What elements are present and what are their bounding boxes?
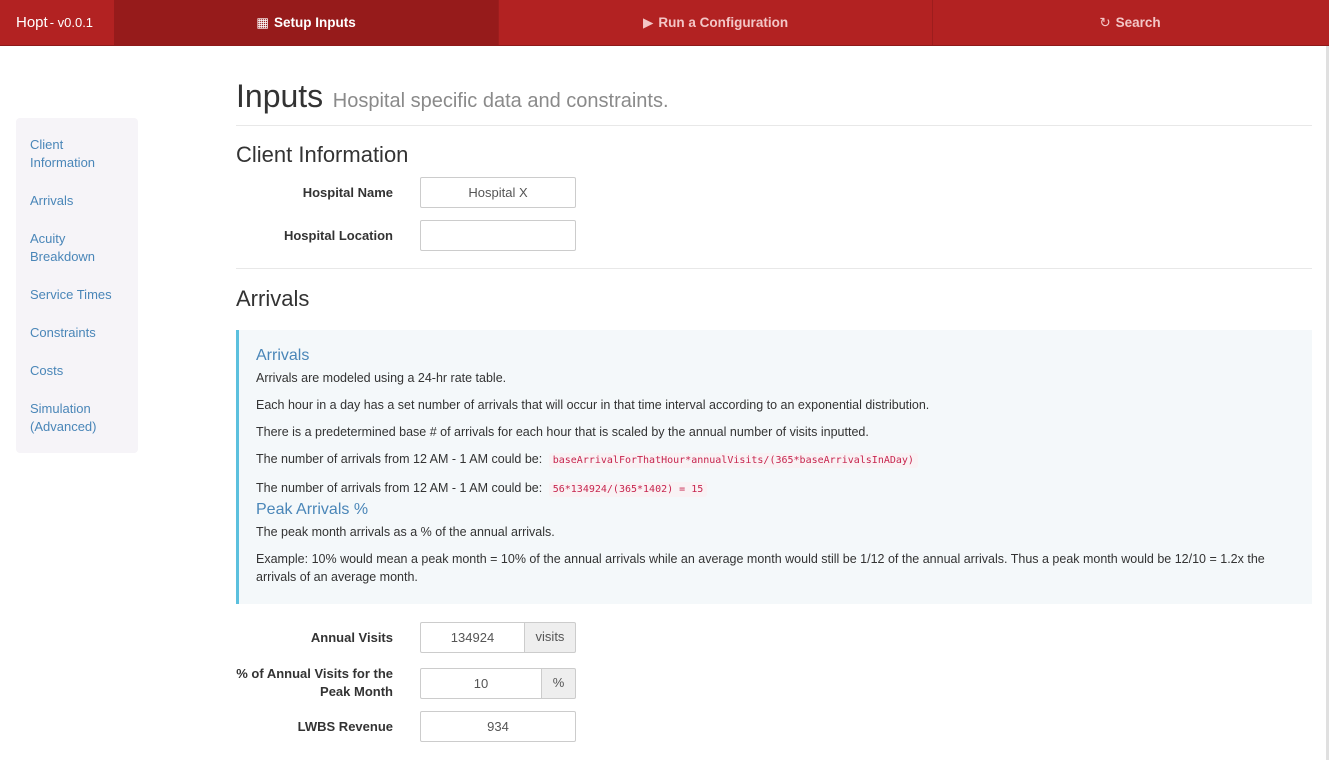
callout-formula-line: The number of arrivals from 12 AM - 1 AM… [256,450,1294,470]
sidebar-item-costs[interactable]: Costs [16,362,138,380]
arrivals-info-callout: Arrivals Arrivals are modeled using a 24… [236,330,1312,604]
sidebar: Client Information Arrivals Acuity Break… [16,118,138,453]
callout-peak-heading: Peak Arrivals % [256,501,369,518]
example-code: 56*134924/(365*1402) = 15 [548,482,708,497]
callout-text: Example: 10% would mean a peak month = 1… [256,552,1265,584]
lwbs-revenue-row: LWBS Revenue 934 [236,711,1312,742]
annual-visits-unit: visits [525,622,576,653]
peak-month-row: % of Annual Visits for the Peak Month 10… [236,665,1312,701]
nav-setup-inputs[interactable]: ▦ Setup Inputs [114,0,499,45]
annual-visits-label: Annual Visits [310,629,393,645]
peak-month-label: % of Annual Visits for the Peak Month [236,666,393,699]
brand-version: - v0.0.1 [49,15,94,30]
callout-text: The peak month arrivals as a % of the an… [256,525,555,539]
refresh-icon: ↻ [1099,14,1111,30]
arrivals-heading: Arrivals [236,286,310,311]
main-content: Inputs Hospital specific data and constr… [236,78,1312,742]
nav-setup-inputs-label: Setup Inputs [274,15,356,30]
formula-code: baseArrivalForThatHour*annualVisits/(365… [548,453,918,468]
nav-run-configuration-label: Run a Configuration [658,15,789,30]
table-icon: ▦ [256,14,269,30]
callout-text: The number of arrivals from 12 AM - 1 AM… [256,481,543,495]
hospital-name-label: Hospital Name [302,184,393,200]
peak-month-unit: % [542,667,576,699]
lwbs-revenue-input[interactable]: 934 [420,711,576,742]
peak-month-input[interactable]: 10 [420,667,542,699]
page-header: Inputs Hospital specific data and constr… [236,78,1312,126]
page-title: Inputs [236,78,324,114]
annual-visits-row: Annual Visits 134924 visits [236,622,1312,653]
sidebar-item-client-information[interactable]: Client Information [16,136,112,172]
brand[interactable]: Hopt - v0.0.1 [0,0,114,45]
hospital-name-input[interactable]: Hospital X [420,177,576,208]
client-information-heading: Client Information [236,142,409,167]
sidebar-item-acuity-breakdown[interactable]: Acuity Breakdown [16,230,106,266]
callout-arrivals-heading: Arrivals [256,347,310,364]
callout-text: Each hour in a day has a set number of a… [256,398,930,412]
sidebar-item-constraints[interactable]: Constraints [16,324,138,342]
nav-run-configuration[interactable]: ▶ Run a Configuration [499,0,933,45]
hospital-name-row: Hospital Name Hospital X [236,177,1312,208]
page-subtitle: Hospital specific data and constraints. [332,90,669,112]
hospital-location-input[interactable] [420,220,576,251]
brand-name: Hopt [16,14,48,31]
sidebar-item-simulation-advanced[interactable]: Simulation (Advanced) [16,400,106,436]
annual-visits-input[interactable]: 134924 [420,622,525,653]
hospital-location-row: Hospital Location [236,220,1312,251]
top-navbar: Hopt - v0.0.1 ▦ Setup Inputs ▶ Run a Con… [0,0,1329,46]
callout-text: There is a predetermined base # of arriv… [256,425,869,439]
nav-search[interactable]: ↻ Search [933,0,1327,45]
play-icon: ▶ [642,14,654,30]
lwbs-revenue-label: LWBS Revenue [297,718,393,734]
callout-text: Arrivals are modeled using a 24-hr rate … [256,371,507,385]
callout-text: The number of arrivals from 12 AM - 1 AM… [256,452,543,466]
sidebar-item-arrivals[interactable]: Arrivals [16,192,138,210]
callout-example-line: The number of arrivals from 12 AM - 1 AM… [256,479,1294,499]
nav-search-label: Search [1115,15,1161,30]
sidebar-item-service-times[interactable]: Service Times [16,286,138,304]
hospital-location-label: Hospital Location [283,227,393,243]
section-divider [236,268,1312,269]
